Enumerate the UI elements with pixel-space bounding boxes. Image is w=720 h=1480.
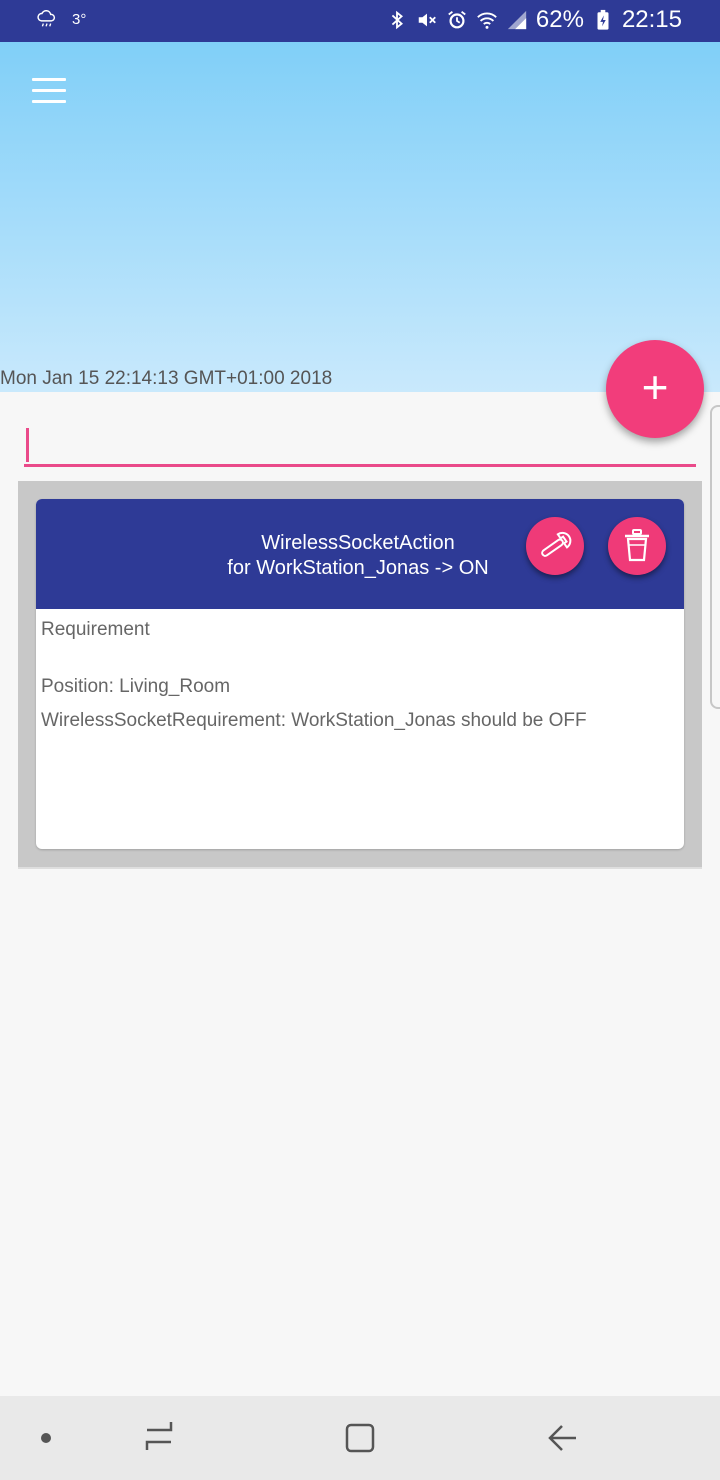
battery-percent: 62% bbox=[535, 6, 584, 33]
temperature: 3° bbox=[72, 10, 87, 28]
navigation-bar bbox=[0, 1396, 720, 1480]
recent-apps-icon[interactable] bbox=[139, 1418, 179, 1458]
home-icon[interactable] bbox=[340, 1418, 380, 1458]
card-title: WirelessSocketAction for WorkStation_Jon… bbox=[186, 531, 530, 581]
requirement-detail: WirelessSocketRequirement: WorkStation_J… bbox=[41, 710, 587, 731]
signal-icon bbox=[507, 10, 527, 30]
date-label: Mon Jan 15 22:14:13 GMT+01:00 2018 bbox=[0, 368, 333, 389]
card-title-line2: for WorkStation_Jonas -> ON bbox=[227, 557, 489, 579]
menu-icon[interactable] bbox=[32, 78, 66, 106]
status-time: 22:15 bbox=[621, 6, 682, 33]
requirement-position: Position: Living_Room bbox=[41, 676, 231, 697]
rules-list: WirelessSocketAction for WorkStation_Jon… bbox=[18, 481, 702, 869]
requirement-title: Requirement bbox=[41, 619, 150, 640]
battery-charging-icon bbox=[597, 9, 609, 30]
edge-panel-handle[interactable] bbox=[710, 405, 720, 709]
search-field[interactable] bbox=[24, 424, 696, 468]
card-header: WirelessSocketAction for WorkStation_Jon… bbox=[36, 499, 684, 609]
alarm-icon bbox=[448, 11, 466, 29]
edit-button[interactable] bbox=[526, 517, 584, 575]
card-title-line1: WirelessSocketAction bbox=[261, 532, 455, 554]
mute-icon bbox=[418, 13, 436, 27]
plus-icon: + bbox=[641, 361, 669, 413]
wifi-icon bbox=[477, 12, 497, 29]
cloud-rain-icon bbox=[37, 10, 56, 27]
back-icon[interactable] bbox=[542, 1418, 582, 1458]
status-bar: 3° 62% 22:15 bbox=[0, 0, 720, 42]
wrench-icon bbox=[541, 531, 572, 557]
app-header: Mon Jan 15 22:14:13 GMT+01:00 2018 bbox=[0, 42, 720, 392]
bluetooth-icon bbox=[391, 10, 403, 30]
search-input[interactable] bbox=[24, 424, 696, 467]
trash-icon bbox=[625, 529, 649, 562]
dot-icon[interactable] bbox=[26, 1418, 66, 1458]
text-cursor bbox=[26, 428, 29, 462]
rule-card[interactable]: WirelessSocketAction for WorkStation_Jon… bbox=[36, 499, 684, 849]
delete-button[interactable] bbox=[608, 517, 666, 575]
